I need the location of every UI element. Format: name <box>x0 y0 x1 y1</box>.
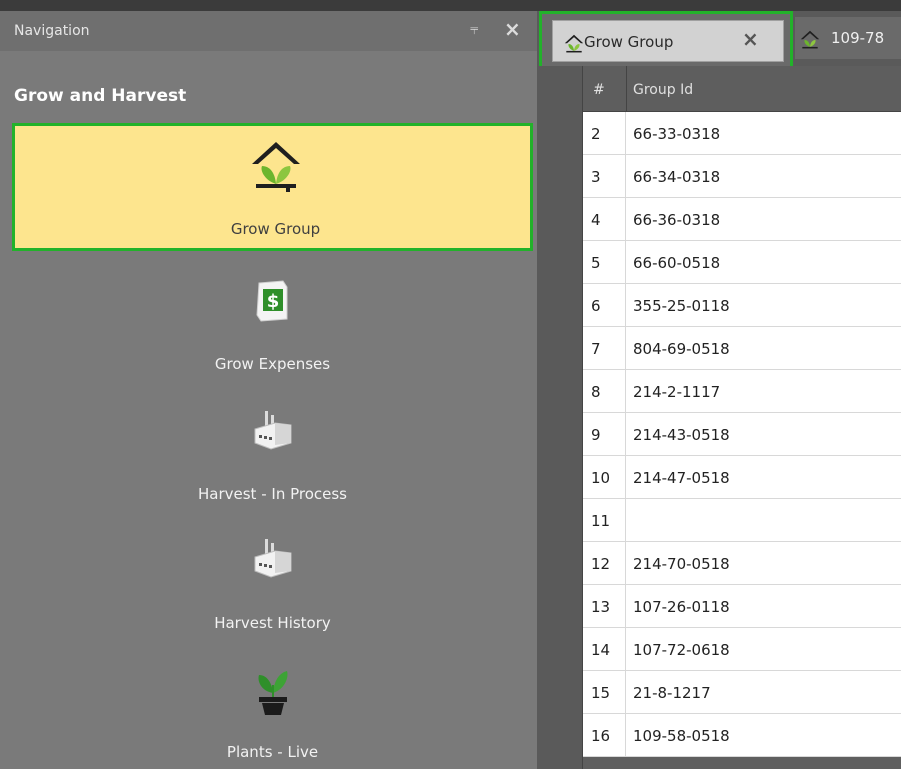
factory-icon <box>254 411 291 450</box>
row-number-cell[interactable]: 6 <box>583 284 626 327</box>
greenhouse-plant-icon <box>564 34 584 53</box>
group-id-cell[interactable]: 109-58-0518 <box>633 727 730 745</box>
navigation-panel: Navigation ⫧ × Grow and Harvest Grow Gro… <box>0 11 537 769</box>
nav-item-label: Harvest - In Process <box>198 485 347 503</box>
column-divider[interactable] <box>626 66 627 112</box>
row-number-cell[interactable]: 5 <box>583 241 626 284</box>
nav-item-label: Grow Expenses <box>214 355 331 373</box>
table-row[interactable]: 13 107-26-0118 <box>583 585 901 628</box>
row-number-cell[interactable]: 15 <box>583 671 626 714</box>
row-number-cell[interactable]: 2 <box>583 112 626 155</box>
potted-plant-icon <box>258 671 287 715</box>
nav-item-grow-group[interactable]: Grow Group <box>12 123 533 251</box>
group-id-cell[interactable]: 21-8-1217 <box>633 684 711 702</box>
navigation-title: Navigation <box>14 23 90 39</box>
grid-rows: 2 66-33-0318 3 66-34-0318 4 66-36-0318 5 66-60-… <box>583 112 901 757</box>
group-id-cell[interactable]: 66-34-0318 <box>633 168 720 186</box>
table-row[interactable]: 4 66-36-0318 <box>583 198 901 241</box>
table-row[interactable]: 11 <box>583 499 901 542</box>
table-row[interactable]: 6 355-25-0118 <box>583 284 901 327</box>
column-header-group-id[interactable]: Group Id <box>633 82 693 98</box>
row-number-cell[interactable]: 13 <box>583 585 626 628</box>
nav-item-label: Plants - Live <box>226 743 319 761</box>
row-number-cell[interactable]: 9 <box>583 413 626 456</box>
tab-109-78[interactable]: 109-78 <box>795 17 901 59</box>
group-id-cell[interactable]: 214-70-0518 <box>633 555 730 573</box>
navigation-header: Navigation ⫧ × <box>0 11 537 51</box>
top-strip <box>0 0 901 11</box>
nav-item-plants-live[interactable]: Plants - Live <box>12 665 533 769</box>
table-row[interactable]: 5 66-60-0518 <box>583 241 901 284</box>
group-id-cell[interactable]: 66-60-0518 <box>633 254 720 272</box>
nav-item-harvest-history[interactable]: Harvest History <box>12 533 533 661</box>
row-number-cell[interactable]: 11 <box>583 499 626 542</box>
nav-item-label: Grow Group <box>230 220 321 238</box>
table-row[interactable]: 2 66-33-0318 <box>583 112 901 155</box>
svg-text:$: $ <box>266 291 279 312</box>
table-row[interactable]: 7 804-69-0518 <box>583 327 901 370</box>
grow-group-grid: # Group Id 2 66-33-0318 3 66-34-0318 4 66-36-… <box>537 66 901 769</box>
group-id-cell[interactable]: 355-25-0118 <box>633 297 730 315</box>
group-id-cell[interactable]: 107-26-0118 <box>633 598 730 616</box>
close-icon[interactable]: × <box>504 17 521 41</box>
tab-close-icon[interactable]: × <box>742 27 759 51</box>
group-id-cell[interactable]: 214-2-1117 <box>633 383 720 401</box>
nav-item-grow-expenses[interactable]: $ Grow Expenses <box>12 271 533 399</box>
nav-item-harvest-in-process[interactable]: Harvest - In Process <box>12 401 533 529</box>
row-number-cell[interactable]: 4 <box>583 198 626 241</box>
pin-icon[interactable]: ⫧ <box>470 20 478 38</box>
greenhouse-plant-icon <box>251 142 300 192</box>
tab-label: 109-78 <box>831 29 885 47</box>
row-number-cell[interactable]: 8 <box>583 370 626 413</box>
group-id-cell[interactable]: 107-72-0618 <box>633 641 730 659</box>
table-row[interactable]: 12 214-70-0518 <box>583 542 901 585</box>
row-number-cell[interactable]: 7 <box>583 327 626 370</box>
group-id-cell[interactable]: 214-43-0518 <box>633 426 730 444</box>
group-id-cell[interactable]: 214-47-0518 <box>633 469 730 487</box>
table-row[interactable]: 8 214-2-1117 <box>583 370 901 413</box>
row-number-cell[interactable]: 10 <box>583 456 626 499</box>
row-indicator-column <box>537 66 583 769</box>
tab-label: Grow Group <box>584 33 674 51</box>
row-number-cell[interactable]: 3 <box>583 155 626 198</box>
group-id-cell[interactable]: 66-33-0318 <box>633 125 720 143</box>
tab-bar: Grow Group × 109-78 <box>537 11 901 77</box>
table-row[interactable]: 14 107-72-0618 <box>583 628 901 671</box>
group-id-cell[interactable]: 66-36-0318 <box>633 211 720 229</box>
document-area: Grow Group × 109-78 # Group Id 2 66-33-03… <box>537 11 901 769</box>
row-number-cell[interactable]: 16 <box>583 714 626 757</box>
nav-item-label: Harvest History <box>214 614 331 632</box>
grid-header: # Group Id <box>583 66 901 112</box>
table-row[interactable]: 10 214-47-0518 <box>583 456 901 499</box>
money-bag-icon: $ <box>255 280 287 322</box>
table-row[interactable]: 9 214-43-0518 <box>583 413 901 456</box>
group-id-cell[interactable]: 804-69-0518 <box>633 340 730 358</box>
column-header-number[interactable]: # <box>593 82 605 98</box>
table-row[interactable]: 3 66-34-0318 <box>583 155 901 198</box>
table-row[interactable]: 16 109-58-0518 <box>583 714 901 757</box>
greenhouse-plant-icon <box>800 30 820 49</box>
factory-icon <box>254 539 291 578</box>
table-row[interactable]: 15 21-8-1217 <box>583 671 901 714</box>
row-number-cell[interactable]: 12 <box>583 542 626 585</box>
row-number-cell[interactable]: 14 <box>583 628 626 671</box>
nav-group-title[interactable]: Grow and Harvest <box>14 86 186 106</box>
